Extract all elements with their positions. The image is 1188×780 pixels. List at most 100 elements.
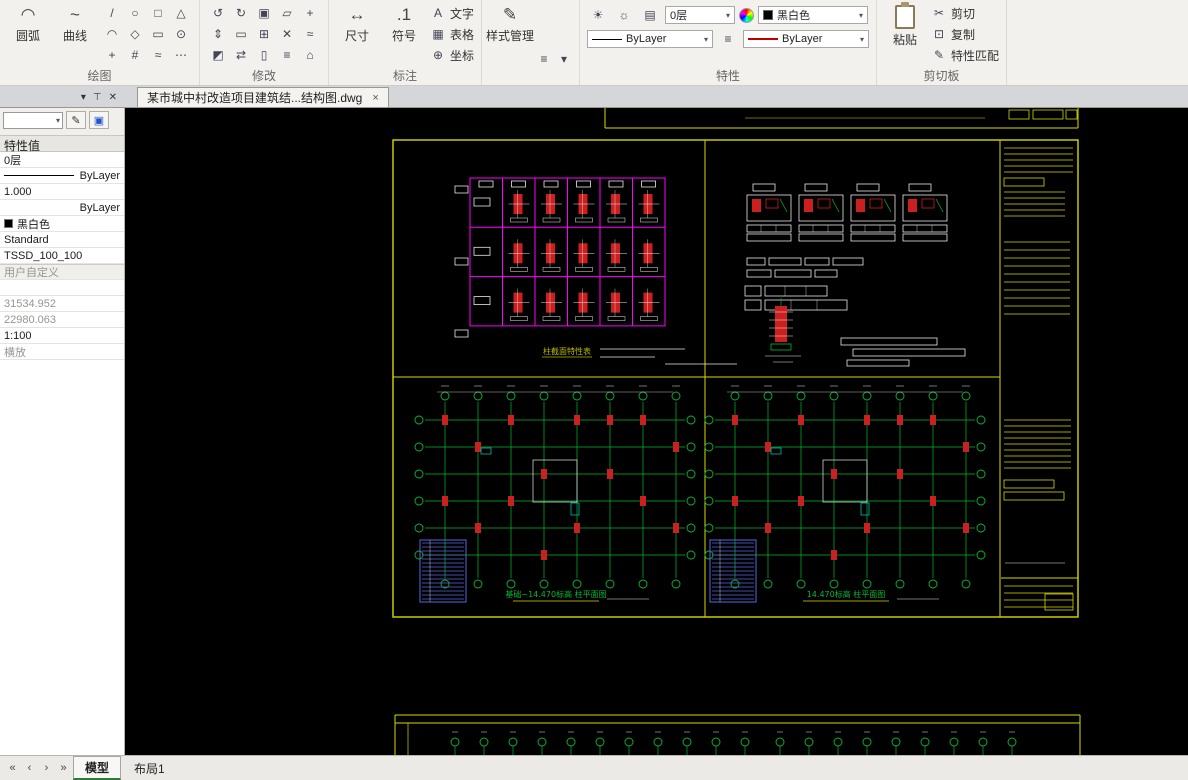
- lineweight-sample: [748, 38, 779, 40]
- style-menu-button[interactable]: ≡ ▾: [536, 49, 572, 69]
- tool-icon[interactable]: +: [299, 3, 321, 23]
- tool-icon[interactable]: ▱: [276, 3, 298, 23]
- color-select[interactable]: 黑白色 ▾: [758, 6, 869, 24]
- cut-button[interactable]: ✂ 剪切: [931, 3, 999, 23]
- chevron-down-icon: ▾: [55, 115, 60, 125]
- tool-icon[interactable]: ✕: [276, 24, 298, 44]
- layer-plot-icon[interactable]: ▤: [639, 5, 661, 25]
- text-icon: A: [433, 6, 442, 20]
- tool-icon[interactable]: ≈: [147, 45, 169, 65]
- tool-icon[interactable]: ◇: [124, 24, 146, 44]
- text-button[interactable]: A 文字: [430, 3, 474, 23]
- tab-close-icon[interactable]: ×: [372, 92, 378, 104]
- table-button[interactable]: ▦ 表格: [430, 24, 474, 44]
- ribbon: ◠ 圆弧 ~ 曲线 / ○ □ △ ◠ ◇ ▭ ⊙ + # ≈ ⋯ 绘图 ↺ ↻ ▣ ▱ + ⇕ ▭ ⊞ ✕ ≈ ◩ ⇄ ▯ ≡…: [0, 0, 1188, 86]
- property-row[interactable]: 1.000: [0, 184, 124, 200]
- style-manager-button[interactable]: ✎ 样式管理: [486, 3, 534, 69]
- first-tab-icon[interactable]: «: [5, 762, 20, 774]
- chevron-down-icon[interactable]: ▾: [81, 92, 86, 103]
- match-properties-button[interactable]: ✎ 特性匹配: [931, 45, 999, 65]
- pin-icon[interactable]: ⊤: [93, 92, 102, 103]
- coordinate-icon: ⊕: [432, 48, 444, 62]
- draw-tool-grid: / ○ □ △ ◠ ◇ ▭ ⊙ + # ≈ ⋯: [101, 3, 192, 69]
- tool-icon[interactable]: ○: [124, 3, 146, 23]
- tool-icon[interactable]: □: [147, 3, 169, 23]
- dimension-icon: ↔: [348, 5, 366, 24]
- dimension-button[interactable]: ↔ 尺寸: [336, 3, 378, 69]
- paste-label: 粘贴: [893, 33, 918, 47]
- layout-tab-bar: « ‹ › » 模型 布局1: [0, 755, 1188, 780]
- ribbon-group-annotate: ↔ 尺寸 .1 符号 A 文字 ▦ 表格 ⊕ 坐标 标注: [329, 0, 483, 85]
- drawing-canvas[interactable]: 柱截面特性表 基础~14.470标高 柱平面图 14.470标高 柱平面图: [125, 108, 1188, 755]
- tool-icon[interactable]: ↻: [230, 3, 252, 23]
- match-properties-label: 特性匹配: [951, 48, 1000, 63]
- chevron-down-icon: ▾: [859, 10, 864, 20]
- copy-button[interactable]: ⊡ 复制: [931, 24, 999, 44]
- tool-icon[interactable]: ↺: [207, 3, 229, 23]
- paste-button[interactable]: 粘贴: [884, 2, 926, 69]
- last-tab-icon[interactable]: »: [56, 762, 71, 774]
- style-manager-icon: ✎: [502, 5, 518, 24]
- annotate-group-label: 标注: [393, 69, 418, 83]
- arc-button[interactable]: ◠ 圆弧: [7, 3, 49, 69]
- tool-icon[interactable]: +: [101, 45, 123, 65]
- tab-layout1[interactable]: 布局1: [123, 758, 176, 779]
- property-list: 0层 ByLayer 1.000 ByLayer 黑白色 Standard TSSD_100…: [0, 152, 124, 360]
- prev-tab-icon[interactable]: ‹: [22, 762, 37, 774]
- arc-label: 圆弧: [15, 29, 40, 43]
- ribbon-group-clipboard: 粘贴 ✂ 剪切 ⊡ 复制 ✎ 特性匹配 剪切板: [877, 0, 1008, 85]
- tab-model[interactable]: 模型: [73, 756, 122, 780]
- property-row[interactable]: 31534.952: [0, 296, 124, 312]
- tool-icon[interactable]: △: [170, 3, 192, 23]
- property-filter-combo[interactable]: ▾: [3, 111, 63, 129]
- tool-icon[interactable]: #: [124, 45, 146, 65]
- lineweight-list-icon[interactable]: ≡: [717, 29, 739, 49]
- curve-button[interactable]: ~ 曲线: [54, 3, 96, 69]
- property-row[interactable]: 22980.063: [0, 312, 124, 328]
- property-row[interactable]: 用户自定义: [0, 264, 124, 280]
- layer-thaw-icon[interactable]: ☼: [613, 5, 635, 25]
- color-wheel-icon[interactable]: [739, 7, 755, 23]
- color-value: 黑白色: [777, 10, 811, 22]
- document-tab[interactable]: 某市城中村改造项目建筑结...结构图.dwg ×: [137, 87, 389, 107]
- ribbon-group-modify: ↺ ↻ ▣ ▱ + ⇕ ▭ ⊞ ✕ ≈ ◩ ⇄ ▯ ≡ ⌂ 修改: [200, 0, 329, 85]
- property-row[interactable]: 1:100: [0, 328, 124, 344]
- property-row[interactable]: ByLayer: [0, 168, 124, 184]
- lineweight-select[interactable]: ByLayer ▾: [743, 30, 870, 48]
- tool-icon[interactable]: ◠: [101, 24, 123, 44]
- property-row[interactable]: TSSD_100_100: [0, 248, 124, 264]
- tool-icon[interactable]: ≡: [276, 45, 298, 65]
- linetype-select[interactable]: ByLayer ▾: [587, 30, 714, 48]
- property-row[interactable]: ByLayer: [0, 200, 124, 216]
- tool-icon[interactable]: ⇕: [207, 24, 229, 44]
- layer-on-icon[interactable]: ☀: [587, 5, 609, 25]
- tool-icon[interactable]: /: [101, 3, 123, 23]
- tool-icon[interactable]: ⇄: [230, 45, 252, 65]
- tool-icon[interactable]: ⌂: [299, 45, 321, 65]
- close-icon[interactable]: ✕: [109, 92, 117, 103]
- coordinate-button[interactable]: ⊕ 坐标: [430, 45, 474, 65]
- next-tab-icon[interactable]: ›: [39, 762, 54, 774]
- property-row[interactable]: 黑白色: [0, 216, 124, 232]
- tool-icon[interactable]: ▭: [230, 24, 252, 44]
- property-row[interactable]: 横放: [0, 344, 124, 360]
- tool-icon[interactable]: ▣: [253, 3, 275, 23]
- layer-select[interactable]: 0层 ▾: [665, 6, 736, 24]
- tool-icon[interactable]: ≈: [299, 24, 321, 44]
- property-row[interactable]: Standard: [0, 232, 124, 248]
- property-row[interactable]: [0, 280, 124, 296]
- tool-icon[interactable]: ⋯: [170, 45, 192, 65]
- symbol-button[interactable]: .1 符号: [383, 3, 425, 69]
- tool-icon[interactable]: ⊙: [170, 24, 192, 44]
- tool-icon[interactable]: ▯: [253, 45, 275, 65]
- tool-icon[interactable]: ▭: [147, 24, 169, 44]
- sidebar-toolbar: ▾ ✎ ▣: [0, 108, 124, 135]
- tool-icon[interactable]: ◩: [207, 45, 229, 65]
- edit-button[interactable]: ✎: [66, 111, 86, 129]
- copy-icon: ⊡: [933, 27, 945, 41]
- tool-icon[interactable]: ⊞: [253, 24, 275, 44]
- select-objects-button[interactable]: ▣: [89, 111, 109, 129]
- lineweight-value: ByLayer: [782, 33, 823, 45]
- property-row[interactable]: 0层: [0, 152, 124, 168]
- match-properties-icon: ✎: [933, 48, 945, 62]
